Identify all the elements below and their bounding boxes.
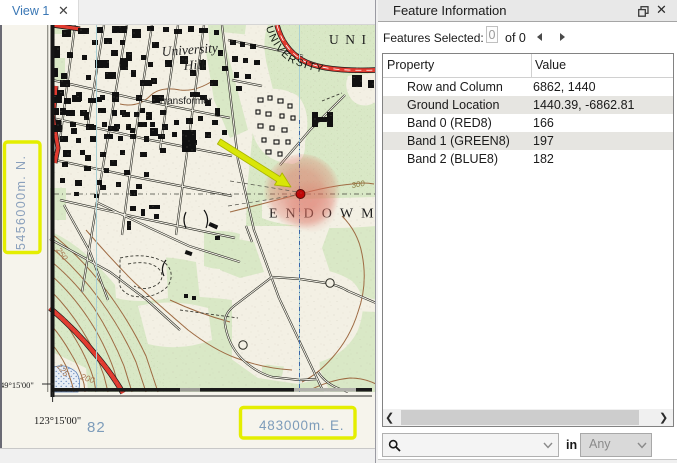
svg-text:49°15'00": 49°15'00" bbox=[0, 380, 34, 390]
svg-text:123°15'00": 123°15'00" bbox=[34, 416, 81, 427]
svg-text:5456000m. N.: 5456000m. N. bbox=[14, 155, 28, 250]
svg-text:483000m. E.: 483000m. E. bbox=[259, 418, 344, 433]
svg-text:82: 82 bbox=[87, 419, 106, 436]
